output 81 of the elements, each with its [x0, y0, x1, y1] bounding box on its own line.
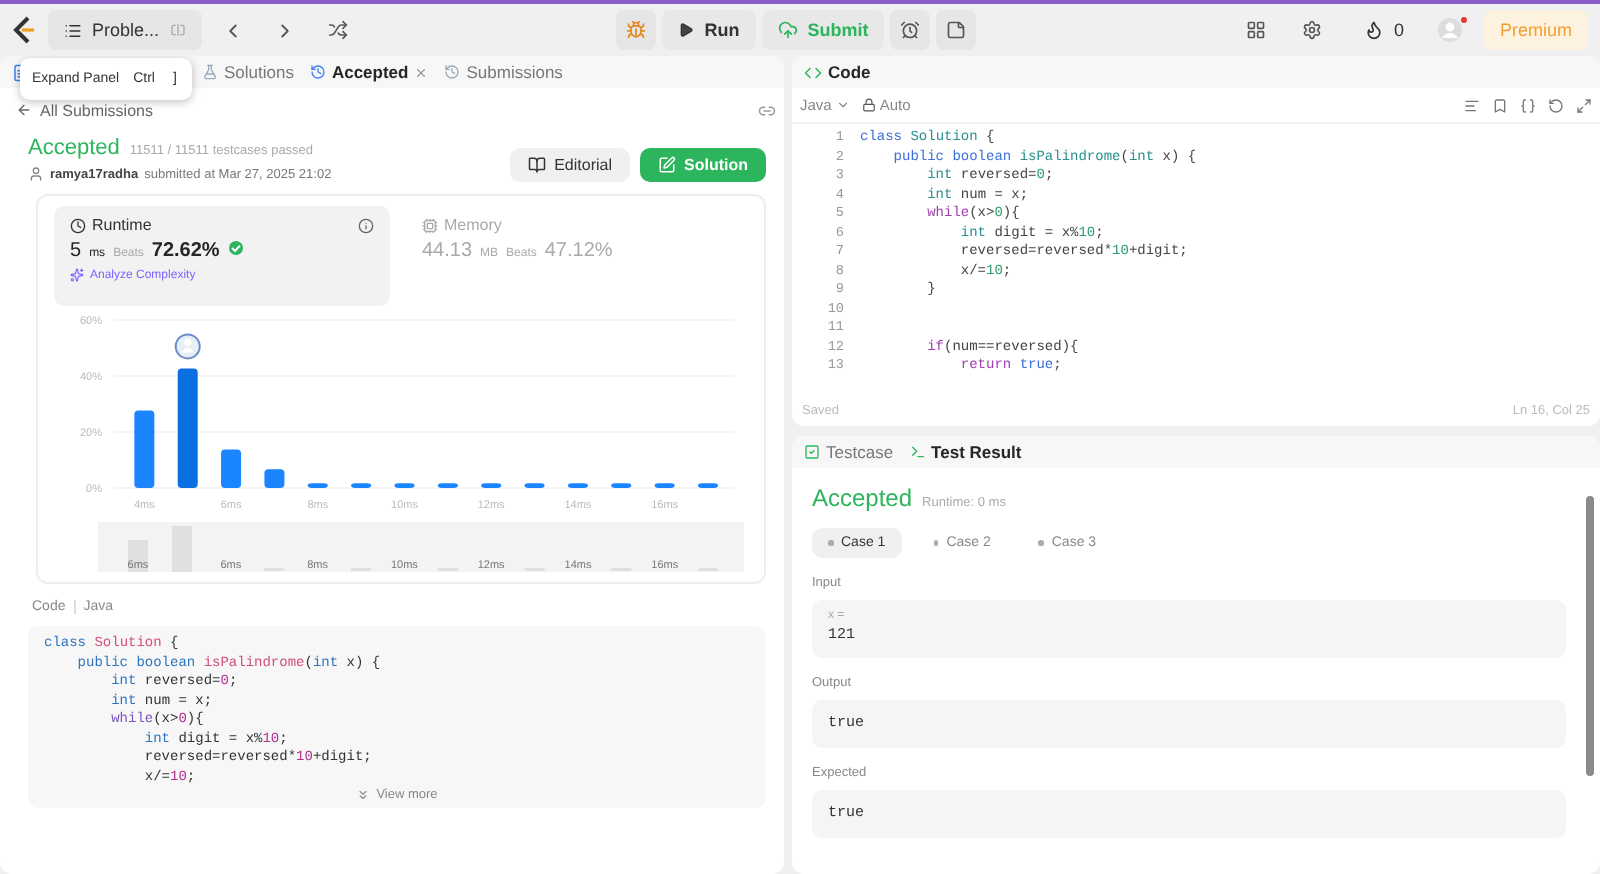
badge-icon	[227, 240, 244, 256]
code-icon	[804, 63, 822, 81]
chart-bar[interactable]	[524, 483, 545, 488]
close-icon[interactable]	[414, 65, 429, 79]
chart-bar[interactable]	[481, 483, 502, 488]
history-icon	[444, 64, 461, 80]
expand-icon[interactable]	[1576, 97, 1592, 113]
panel-title: Code	[828, 62, 871, 82]
metric-value: 5	[70, 240, 82, 262]
avatar-icon[interactable]	[1435, 16, 1468, 44]
chart-bar[interactable]	[307, 483, 328, 488]
alarm-button[interactable]	[890, 10, 931, 50]
dot-icon	[933, 540, 939, 546]
debug-button[interactable]	[616, 10, 657, 50]
play-icon	[678, 22, 695, 38]
settings-icon	[1301, 20, 1322, 40]
chart-bar[interactable]	[134, 410, 155, 488]
editorial-button[interactable]: Editorial	[510, 148, 630, 182]
arrow-left-icon	[16, 102, 32, 118]
link-icon[interactable]	[758, 101, 776, 119]
chart-bar[interactable]	[394, 483, 415, 488]
chart-bar[interactable]	[221, 449, 242, 488]
checkbox-icon	[804, 444, 820, 460]
dot-icon	[828, 540, 833, 546]
grid-icon	[1245, 20, 1266, 40]
lock-icon	[861, 98, 876, 112]
tab[interactable]: Testcase	[804, 442, 894, 462]
chevron-down-icon	[835, 98, 850, 112]
run-button[interactable]: Run	[662, 10, 756, 50]
chart-bar[interactable]	[567, 483, 588, 488]
chart-bar[interactable]	[698, 483, 718, 488]
book-icon	[528, 156, 547, 174]
note-icon	[946, 20, 967, 40]
back-link[interactable]: All Submissions	[16, 101, 153, 119]
clock-icon	[70, 217, 86, 233]
solution-button[interactable]: Solution	[640, 148, 766, 182]
flask-icon	[202, 64, 218, 80]
chart-bar[interactable]	[177, 368, 198, 488]
scrollbar[interactable]	[1585, 496, 1593, 776]
chart-bar[interactable]	[351, 483, 372, 488]
list-icon	[64, 21, 82, 39]
tab[interactable]: Solutions	[202, 62, 294, 82]
panel-icon	[169, 22, 186, 38]
streak-counter[interactable]: 0	[1347, 10, 1420, 50]
beats-percent: 47.12%	[544, 240, 613, 262]
reset-icon[interactable]	[1548, 97, 1564, 113]
chart-bar[interactable]	[654, 483, 675, 488]
dot-icon	[1038, 540, 1044, 546]
tab[interactable]: Submissions	[444, 62, 563, 82]
terminal-icon	[909, 444, 926, 460]
logo-icon[interactable]	[12, 16, 36, 44]
result-status: Accepted	[812, 484, 913, 512]
status-text: Accepted	[28, 136, 120, 160]
history-icon	[309, 64, 326, 80]
tab[interactable]: Test Result	[909, 442, 1022, 462]
beats-percent: 72.62%	[151, 240, 220, 262]
edit-icon	[658, 156, 676, 174]
sparkles-icon	[70, 268, 84, 282]
tab[interactable]: Accepted	[309, 62, 429, 82]
shuffle-icon	[327, 20, 348, 40]
user-icon	[28, 166, 44, 182]
alarm-clock-icon	[900, 20, 921, 40]
info-icon[interactable]	[358, 217, 374, 233]
chart-bar[interactable]	[611, 483, 632, 488]
problem-list-button[interactable]: Proble...	[48, 10, 202, 50]
bookmark-icon[interactable]	[1492, 97, 1508, 113]
chart-bar[interactable]	[437, 483, 458, 488]
metric-value: 44.13	[422, 240, 473, 262]
note-button[interactable]	[936, 10, 977, 50]
metric-title: Runtime	[70, 216, 152, 234]
chart-bar[interactable]	[264, 469, 285, 488]
bug-icon	[626, 20, 647, 40]
submit-button[interactable]: Submit	[761, 10, 885, 50]
metric-title: Memory	[422, 216, 502, 234]
format-icon[interactable]	[1464, 97, 1480, 113]
avatar-icon	[174, 333, 201, 360]
chevrons-down-icon	[356, 788, 371, 802]
flame-icon	[1363, 20, 1384, 40]
cloud-upload-icon	[777, 20, 798, 40]
braces-icon[interactable]	[1520, 97, 1536, 113]
chip-icon	[422, 217, 438, 233]
